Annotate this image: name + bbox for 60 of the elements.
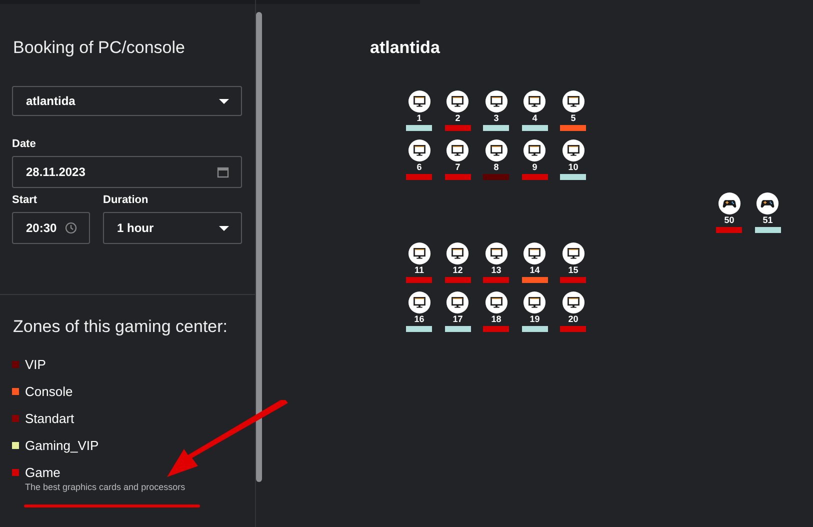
zone-name: Standart	[25, 411, 74, 426]
seat-number: 8	[494, 162, 499, 172]
zone-name: Console	[25, 384, 73, 399]
seat-number: 10	[568, 162, 578, 172]
seat[interactable]: 17	[444, 291, 471, 332]
seat[interactable]: 4	[522, 90, 548, 131]
seat[interactable]: 11	[406, 242, 432, 283]
seat[interactable]: 5	[560, 90, 586, 131]
seat[interactable]: 50	[716, 192, 742, 233]
seat[interactable]: 14	[522, 242, 548, 283]
seat-number: 13	[491, 265, 502, 275]
seat-number: 20	[568, 314, 578, 324]
seat[interactable]: 12	[444, 242, 471, 283]
seat-number: 5	[570, 113, 576, 123]
seat-number: 15	[568, 265, 578, 275]
seat-number: 4	[532, 113, 538, 123]
seat-number: 16	[414, 314, 424, 324]
seat[interactable]: 10	[560, 139, 586, 180]
seat[interactable]: 7	[444, 139, 471, 180]
seat[interactable]: 16	[406, 291, 432, 332]
seat-number: 19	[530, 314, 540, 324]
seat[interactable]: 13	[483, 242, 510, 283]
zone-description: The best graphics cards and processors	[25, 482, 186, 492]
seat-number: 14	[530, 265, 540, 275]
zone-name: Gaming_VIP	[25, 438, 99, 453]
zone-name: Game	[25, 465, 60, 480]
seat-number: 51	[762, 215, 773, 225]
start-label: Start	[12, 194, 38, 206]
date-label: Date	[12, 138, 37, 150]
seat-number: 6	[416, 162, 422, 172]
seat[interactable]: 19	[522, 291, 548, 332]
seat-number: 9	[532, 162, 538, 172]
seat[interactable]: 1	[406, 90, 432, 131]
seat-number: 50	[724, 215, 734, 225]
seat-number: 12	[452, 265, 463, 275]
seat[interactable]: 3	[483, 90, 510, 131]
seat[interactable]: 15	[560, 242, 586, 283]
seat-number: 1	[416, 113, 422, 123]
date-field[interactable]: 28.11.2023	[12, 156, 242, 188]
seat[interactable]: 9	[522, 139, 548, 180]
seat-number: 18	[491, 314, 502, 324]
seat[interactable]: 20	[560, 291, 586, 332]
seat[interactable]: 2	[444, 90, 471, 131]
seat-number: 11	[414, 265, 424, 275]
seat[interactable]: 18	[483, 291, 510, 332]
seat[interactable]: 8	[483, 139, 510, 180]
zones-title: Zones of this gaming center:	[13, 317, 229, 337]
sidebar-title: Booking of PC/console	[13, 38, 186, 58]
seat-number: 17	[452, 314, 463, 324]
seat-number: 3	[494, 113, 499, 123]
duration-select[interactable]: 1 hour	[103, 212, 242, 244]
duration-label: Duration	[103, 194, 150, 206]
seat[interactable]: 51	[754, 192, 781, 233]
seat-number: 2	[455, 113, 460, 123]
seat-number: 7	[455, 162, 460, 172]
club-select[interactable]: atlantida	[12, 86, 242, 116]
start-time-field[interactable]: 20:30	[12, 212, 90, 244]
seat[interactable]: 6	[406, 139, 432, 180]
zone-name: VIP	[25, 357, 46, 372]
map-title: atlantida	[370, 38, 440, 58]
